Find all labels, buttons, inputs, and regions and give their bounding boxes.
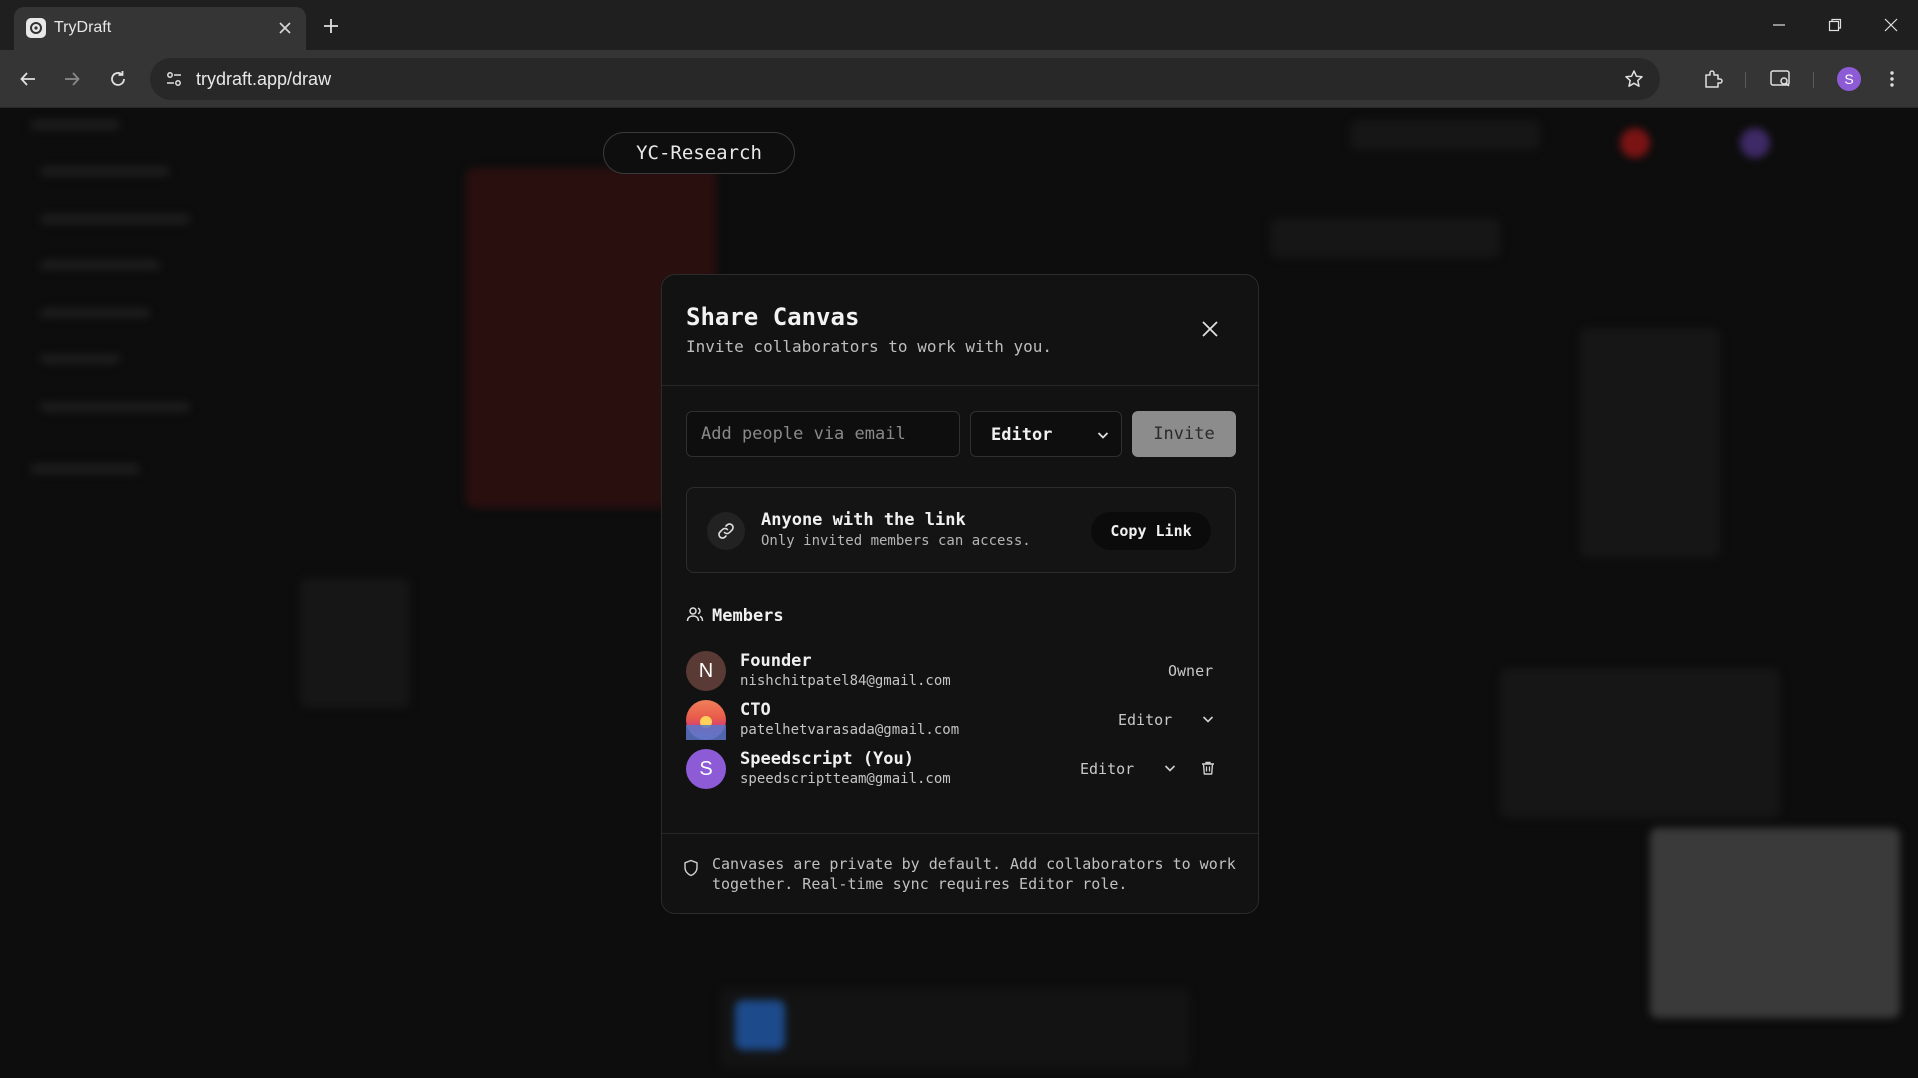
member-row: CTO patelhetvarasada@gmail.com Editor — [686, 696, 1236, 744]
back-arrow-icon[interactable] — [14, 65, 42, 93]
modal-header: Share Canvas Invite collaborators to wor… — [662, 275, 1258, 386]
role-select-value: Editor — [991, 425, 1053, 445]
members-heading: Members — [686, 605, 784, 627]
member-name: Speedscript (You) — [740, 749, 914, 769]
invite-button[interactable]: Invite — [1132, 411, 1236, 457]
chevron-down-icon[interactable] — [1200, 711, 1216, 727]
role-select[interactable]: Editor — [970, 411, 1122, 457]
email-input[interactable] — [686, 411, 960, 457]
bookmark-star-icon[interactable] — [1622, 67, 1646, 91]
link-access-card: Anyone with the link Only invited member… — [686, 487, 1236, 573]
canvas-name-pill[interactable]: YC-Research — [603, 132, 795, 174]
member-role: Owner — [1168, 662, 1214, 680]
close-window-icon[interactable] — [1878, 12, 1904, 38]
copy-link-button[interactable]: Copy Link — [1091, 512, 1211, 550]
trash-icon[interactable] — [1198, 758, 1218, 778]
forward-arrow-icon[interactable] — [58, 65, 86, 93]
users-icon — [686, 605, 704, 627]
browser-tab[interactable]: TryDraft — [14, 7, 306, 50]
modal-footer: Canvases are private by default. Add col… — [662, 833, 1258, 913]
browser-menu-icon[interactable] — [1878, 65, 1906, 93]
browser-tab-bar: TryDraft — [0, 0, 1918, 50]
modal-subtitle: Invite collaborators to work with you. — [686, 337, 1053, 356]
chevron-down-icon — [1095, 427, 1111, 443]
member-email: nishchitpatel84@gmail.com — [740, 673, 951, 689]
address-bar[interactable]: trydraft.app/draw — [150, 58, 1660, 100]
site-info-icon[interactable] — [160, 65, 188, 93]
profile-avatar[interactable]: S — [1837, 67, 1861, 91]
avatar — [686, 700, 726, 740]
member-row: N Founder nishchitpatel84@gmail.com Owne… — [686, 647, 1236, 695]
close-icon[interactable] — [1198, 317, 1222, 341]
minimize-window-icon[interactable] — [1766, 12, 1792, 38]
link-access-subtitle: Only invited members can access. — [761, 533, 1031, 549]
member-name: Founder — [740, 651, 812, 671]
member-email: patelhetvarasada@gmail.com — [740, 722, 960, 738]
share-canvas-modal: Share Canvas Invite collaborators to wor… — [661, 274, 1259, 914]
shield-icon — [682, 858, 700, 878]
link-access-title: Anyone with the link — [761, 510, 966, 530]
close-tab-icon[interactable] — [274, 17, 296, 39]
member-name: CTO — [740, 700, 771, 720]
member-email: speedscriptteam@gmail.com — [740, 771, 951, 787]
restore-window-icon[interactable] — [1822, 12, 1848, 38]
toolbar-divider — [1745, 72, 1746, 88]
extensions-puzzle-icon[interactable] — [1699, 65, 1727, 93]
avatar: S — [686, 749, 726, 789]
link-icon — [707, 512, 745, 550]
tab-search-icon[interactable] — [1767, 65, 1795, 93]
modal-title: Share Canvas — [686, 303, 860, 331]
chevron-down-icon[interactable] — [1162, 760, 1178, 776]
new-tab-icon[interactable] — [318, 13, 344, 39]
tab-title: TryDraft — [54, 19, 112, 36]
trydraft-favicon-icon — [26, 18, 46, 38]
member-row: S Speedscript (You) speedscriptteam@gmai… — [686, 745, 1236, 793]
member-role-select[interactable]: Editor — [1080, 760, 1134, 778]
url-text: trydraft.app/draw — [196, 69, 332, 89]
browser-toolbar: trydraft.app/draw S — [0, 50, 1918, 108]
member-role-select[interactable]: Editor — [1118, 711, 1172, 729]
toolbar-divider — [1813, 72, 1814, 88]
privacy-note: Canvases are private by default. Add col… — [712, 855, 1236, 893]
reload-icon[interactable] — [104, 65, 132, 93]
members-label: Members — [712, 606, 784, 626]
avatar: N — [686, 651, 726, 691]
